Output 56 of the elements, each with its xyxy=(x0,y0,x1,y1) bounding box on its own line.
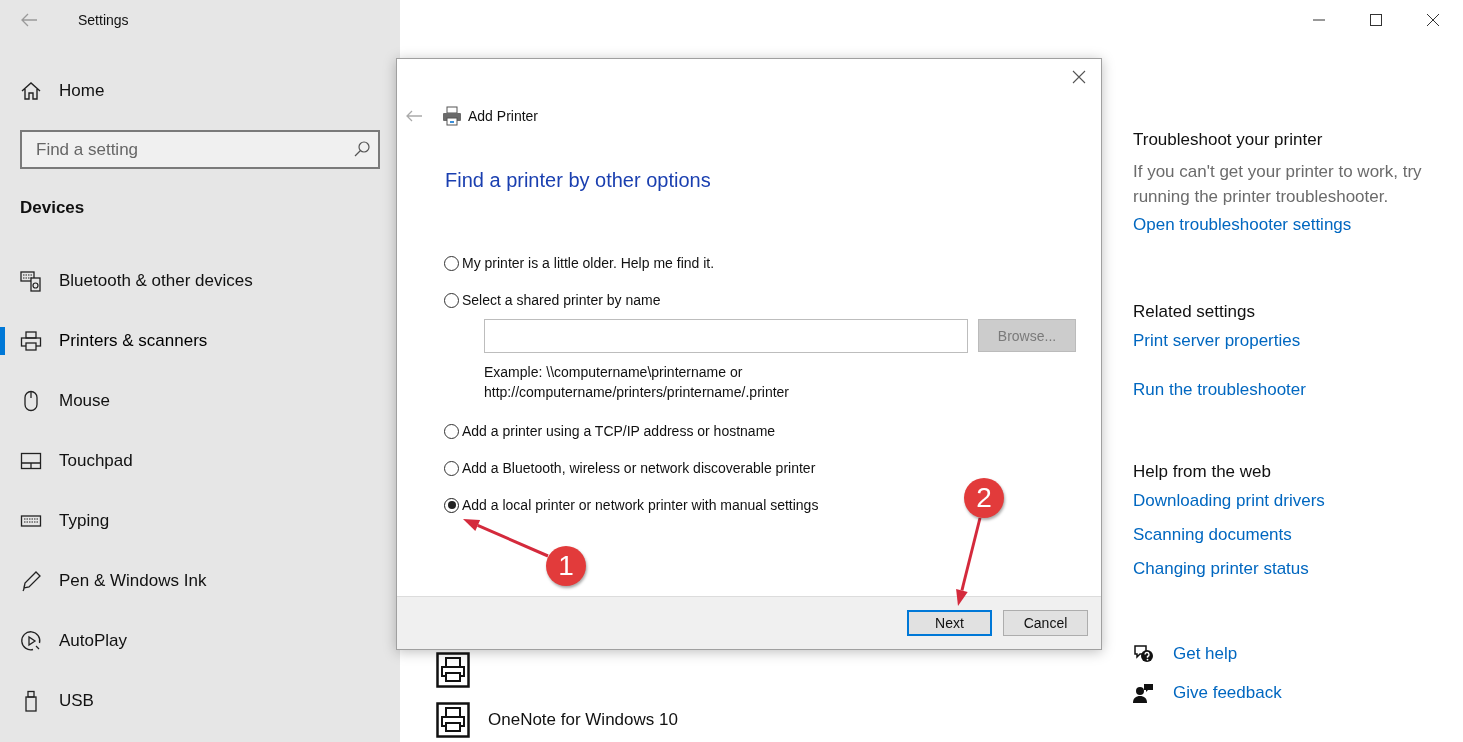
radio-button[interactable] xyxy=(444,497,459,513)
radio-button[interactable] xyxy=(444,460,459,476)
feedback-person-icon xyxy=(1133,682,1155,703)
link[interactable]: Scanning documents xyxy=(1133,525,1292,545)
close-icon[interactable] xyxy=(1426,13,1440,27)
home-icon xyxy=(20,81,42,101)
maximize-icon[interactable] xyxy=(1369,13,1383,27)
printer-icon xyxy=(20,330,42,352)
example-text: Example: \\computername\printername or http://computername/printers/printername/.printer xyxy=(484,363,791,402)
printer-name[interactable]: OneNote for Windows 10 xyxy=(488,710,678,730)
pen-icon xyxy=(20,570,42,592)
link[interactable]: Open troubleshooter settings xyxy=(1133,215,1352,235)
nav-item[interactable]: Mouse xyxy=(20,371,400,431)
link[interactable]: Changing printer status xyxy=(1133,559,1309,579)
option-label[interactable]: Add a printer using a TCP/IP address or hostname xyxy=(462,423,776,439)
section-heading: Help from the web xyxy=(1133,461,1272,483)
link[interactable]: Get help xyxy=(1173,643,1238,664)
nav-item[interactable]: USB xyxy=(20,671,400,731)
nav-item[interactable]: Printers & scanners xyxy=(20,311,400,371)
link[interactable]: Give feedback xyxy=(1173,682,1282,703)
radio-button[interactable] xyxy=(444,292,459,308)
window-title: Settings xyxy=(78,12,129,28)
section-heading: Devices xyxy=(20,198,86,218)
option-label[interactable]: Select a shared printer by name xyxy=(462,292,661,308)
option-label[interactable]: Add a Bluetooth, wireless or network discoverable printer xyxy=(462,460,816,476)
radio-button[interactable] xyxy=(444,423,459,439)
link[interactable]: Downloading print drivers xyxy=(1133,491,1325,511)
nav-item[interactable]: Pen & Windows Ink xyxy=(20,551,400,611)
dialog-title: Add Printer xyxy=(468,108,539,124)
printer-icon xyxy=(436,652,470,688)
option-label[interactable]: My printer is a little older. Help me find it. xyxy=(462,255,715,271)
printer-icon xyxy=(442,106,462,126)
keyboard-speaker-icon xyxy=(20,270,42,292)
option-label[interactable]: Add a local printer or network printer with manual settings xyxy=(462,497,819,513)
nav-item[interactable]: Typing xyxy=(20,491,400,551)
link[interactable]: Run the troubleshooter xyxy=(1133,380,1306,400)
nav-item[interactable]: Touchpad xyxy=(20,431,400,491)
home-link[interactable]: Home xyxy=(59,81,105,101)
dialog-heading: Find a printer by other options xyxy=(445,168,712,192)
nav-item[interactable]: Bluetooth & other devices xyxy=(20,251,400,311)
link[interactable]: Print server properties xyxy=(1133,331,1301,351)
search-field[interactable]: Find a setting xyxy=(20,130,380,169)
nav-item[interactable]: AutoPlay xyxy=(20,611,400,671)
section-heading: Related settings xyxy=(1133,301,1256,323)
play-icon xyxy=(20,630,42,652)
printer-icon xyxy=(436,702,470,738)
printer-name-field[interactable] xyxy=(484,319,968,353)
dialog-button[interactable]: Cancel xyxy=(1003,610,1088,636)
description-text: If you can't get your printer to work, try running the printer troubleshooter. xyxy=(1133,161,1423,208)
dialog-button[interactable]: Next xyxy=(907,610,992,636)
section-heading: Troubleshoot your printer xyxy=(1133,129,1324,151)
close-icon[interactable] xyxy=(1072,70,1086,84)
chat-question-icon xyxy=(1133,643,1155,664)
search-icon xyxy=(353,140,371,158)
radio-button[interactable] xyxy=(444,255,459,271)
touchpad-icon xyxy=(20,450,42,472)
